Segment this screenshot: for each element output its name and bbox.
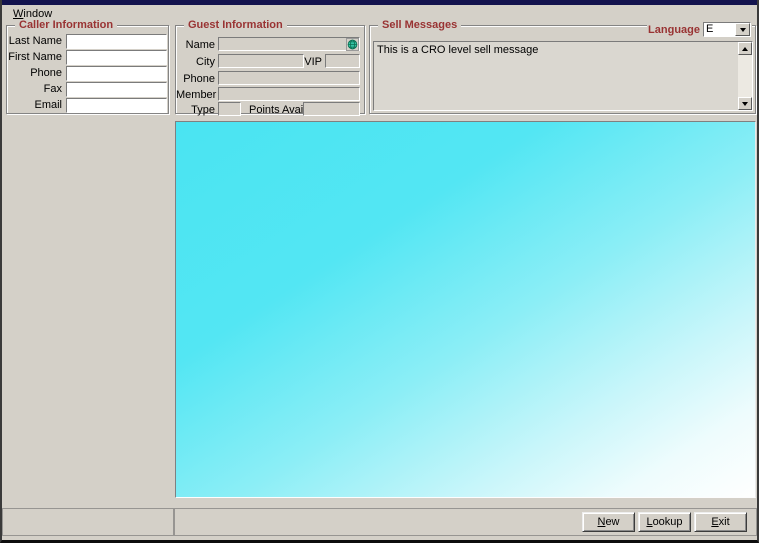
new-button[interactable]: New [582, 512, 635, 532]
points-avail-input[interactable] [303, 102, 360, 116]
guest-information-title: Guest Information [184, 19, 287, 32]
main-canvas [175, 121, 756, 498]
guest-information-groupbox: Guest Information Name City VIP Phone Me… [175, 25, 365, 114]
exit-button[interactable]: Exit [694, 512, 747, 532]
language-label: Language [648, 24, 700, 36]
type-input[interactable] [218, 102, 241, 116]
scroll-down-button[interactable] [738, 97, 752, 110]
email-label: Email [7, 99, 62, 112]
type-label: Type [176, 104, 215, 117]
scroll-up-button[interactable] [738, 42, 752, 55]
member-input[interactable] [218, 87, 360, 101]
caller-phone-label: Phone [7, 67, 62, 80]
globe-search-icon [347, 39, 358, 50]
guest-phone-label: Phone [176, 73, 215, 86]
guest-name-input[interactable] [218, 37, 360, 51]
footer-button-panel: New Lookup Exit [174, 508, 757, 536]
points-avail-label: Points Avail [249, 104, 301, 117]
language-row: Language E [647, 22, 752, 37]
fax-input[interactable] [66, 82, 167, 97]
footer-button-row: New Lookup Exit [582, 512, 747, 532]
application-window: Window Caller Information Last Name Firs… [0, 0, 759, 543]
guest-city-label: City [176, 56, 215, 69]
caller-phone-input[interactable] [66, 66, 167, 81]
last-name-input[interactable] [66, 34, 167, 49]
caller-information-title: Caller Information [15, 19, 117, 32]
language-value: E [704, 23, 735, 36]
sell-message-textarea[interactable]: This is a CRO level sell message [373, 41, 753, 111]
first-name-label: First Name [7, 51, 62, 64]
guest-city-input[interactable] [218, 54, 304, 68]
vip-label: VIP [300, 56, 322, 69]
caller-information-groupbox: Caller Information Last Name First Name … [6, 25, 169, 114]
scroll-down-icon [742, 102, 748, 106]
first-name-input[interactable] [66, 50, 167, 65]
vip-input[interactable] [325, 54, 360, 68]
language-dropdown-button[interactable] [735, 23, 750, 36]
sell-messages-title: Sell Messages [378, 19, 461, 32]
lookup-button[interactable]: Lookup [638, 512, 691, 532]
last-name-label: Last Name [7, 35, 62, 48]
language-combobox[interactable]: E [703, 22, 751, 37]
guest-name-label: Name [176, 39, 215, 52]
guest-phone-input[interactable] [218, 71, 360, 85]
guest-name-lookup-button[interactable] [346, 38, 359, 51]
email-input[interactable] [66, 98, 167, 113]
footer-left-panel [2, 508, 174, 536]
sell-message-text: This is a CRO level sell message [377, 44, 735, 57]
sell-messages-groupbox: Sell Messages Language E This is a CRO l… [369, 25, 756, 114]
vertical-scrollbar[interactable] [738, 42, 752, 110]
fax-label: Fax [7, 83, 62, 96]
scroll-up-icon [742, 47, 748, 51]
member-label: Member [176, 89, 215, 102]
chevron-down-icon [740, 28, 746, 32]
